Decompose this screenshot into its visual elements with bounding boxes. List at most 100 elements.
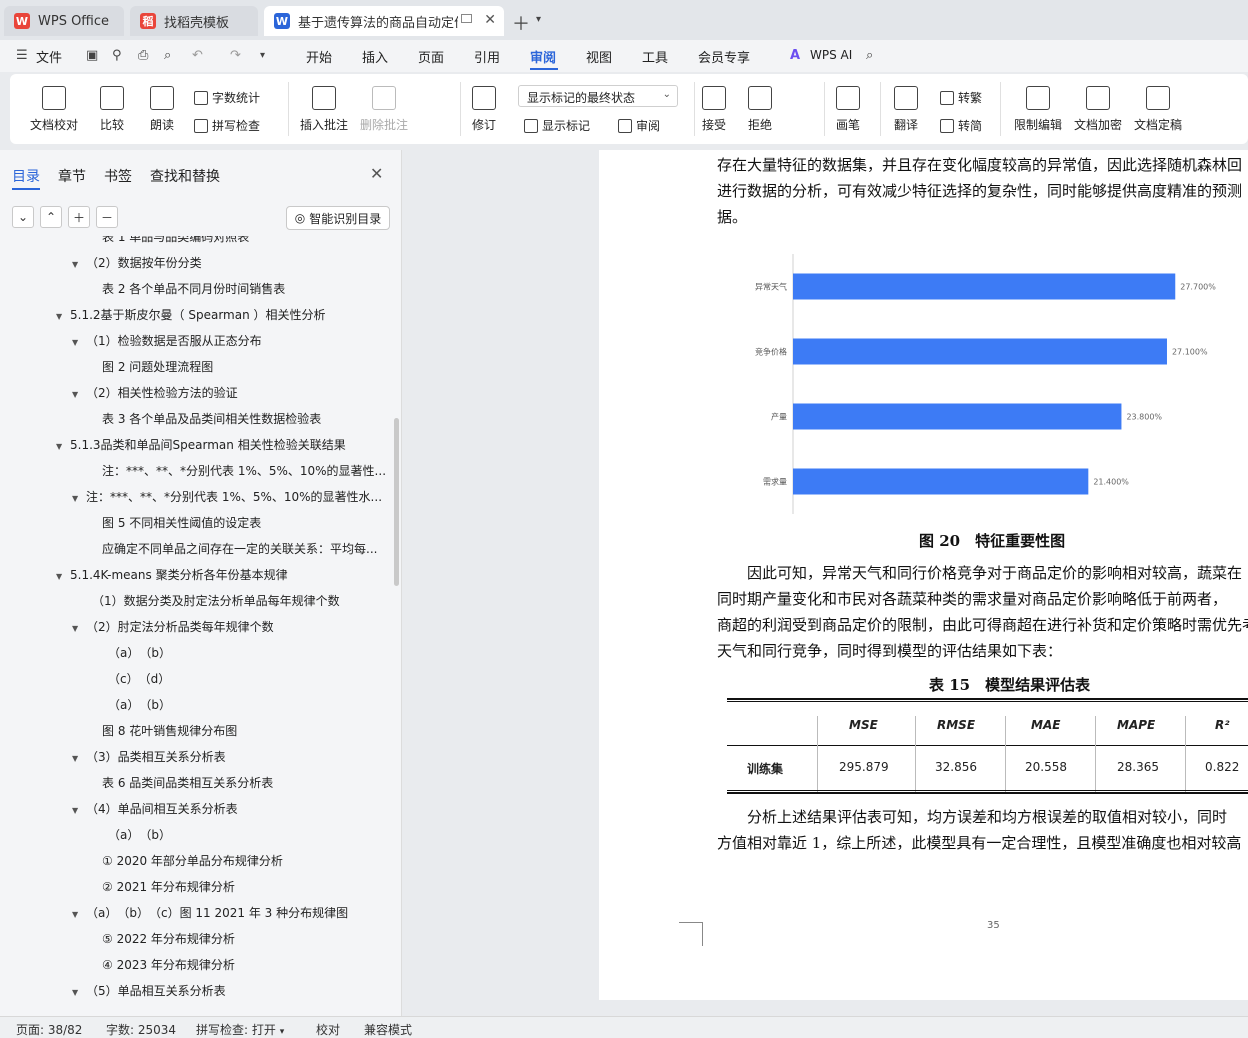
menu-reference[interactable]: 引用 <box>474 47 500 66</box>
toc-item[interactable]: （c） （d） <box>108 670 170 687</box>
translate-button[interactable]: 翻译 <box>894 86 918 133</box>
toc-item[interactable]: ▼ 5.1.3品类和单品间Spearman 相关性检验关联结果 <box>56 436 346 453</box>
markup-state-select[interactable]: 显示标记的最终状态 ⌄ <box>518 85 678 107</box>
nav-tab-find-replace[interactable]: 查找和替换 <box>150 166 220 186</box>
toc-item[interactable]: 图 5 不同相关性阈值的设定表 <box>102 514 261 531</box>
close-tab-icon[interactable]: ✕ <box>484 12 496 28</box>
toc-item[interactable]: ▼ （5）单品相互关系分析表 <box>72 982 226 999</box>
menu-page[interactable]: 页面 <box>418 47 444 66</box>
save-icon[interactable]: ▣ <box>86 48 98 63</box>
toc-item[interactable]: 表 1 单品与品类编码对照表 <box>102 236 249 245</box>
tab-template[interactable]: 稻 找稻壳模板 <box>130 6 258 36</box>
nav-tab-chapter[interactable]: 章节 <box>58 166 86 186</box>
new-tab-icon[interactable]: ＋ <box>512 10 530 36</box>
expand-triangle-icon[interactable]: ▼ <box>72 494 86 503</box>
toc-item[interactable]: （1）数据分类及肘定法分析单品每年规律个数 <box>92 592 340 609</box>
toc-item[interactable]: （a） （b） <box>108 696 171 713</box>
toc-item[interactable]: ▼ （a） （b） （c）图 11 2021 年 3 种分布规律图 <box>72 904 348 921</box>
print-preview-icon[interactable]: ⌕ <box>164 48 171 63</box>
toc-item[interactable]: ▼ 注：***、**、*分别代表 1%、5%、10%的显著性水... <box>72 488 382 505</box>
toc-item[interactable]: ▼ （4）单品间相互关系分析表 <box>72 800 238 817</box>
collapse-down-button[interactable]: ⌄ <box>12 206 34 228</box>
expand-triangle-icon[interactable]: ▼ <box>72 754 86 763</box>
review-pane-button[interactable]: 审阅 <box>618 117 660 134</box>
word-count-indicator[interactable]: 字数: 25034 <box>106 1021 176 1038</box>
expand-triangle-icon[interactable]: ▼ <box>56 572 70 581</box>
expand-triangle-icon[interactable]: ▼ <box>72 338 86 347</box>
revise-button[interactable]: 修订 <box>472 86 496 133</box>
expand-triangle-icon[interactable]: ▼ <box>72 624 86 633</box>
menu-tools[interactable]: 工具 <box>642 47 668 66</box>
menu-start[interactable]: 开始 <box>306 47 332 66</box>
toc-item[interactable]: 应确定不同单品之间存在一定的关联关系：平均每... <box>102 540 377 557</box>
spell-check-button[interactable]: 拼写检查 <box>194 117 260 134</box>
collapse-up-button[interactable]: ⌃ <box>40 206 62 228</box>
wps-ai-icon[interactable]: A <box>790 48 800 63</box>
menu-insert[interactable]: 插入 <box>362 47 388 66</box>
show-markup-button[interactable]: 显示标记 <box>524 117 590 134</box>
toc-item[interactable]: 表 3 各个单品及品类间相关性数据检验表 <box>102 410 321 427</box>
menu-file[interactable]: 文件 <box>36 47 62 66</box>
menu-view[interactable]: 视图 <box>586 47 612 66</box>
toc-item[interactable]: ⑤ 2022 年分布规律分析 <box>102 930 235 947</box>
proofread-button[interactable]: 文档校对 <box>30 86 78 133</box>
finalize-button[interactable]: 文档定稿 <box>1134 86 1182 133</box>
toc-item[interactable]: ② 2021 年分布规律分析 <box>102 878 235 895</box>
word-count-button[interactable]: 字数统计 <box>194 89 260 106</box>
add-heading-button[interactable]: ＋ <box>68 206 90 228</box>
toc-item[interactable]: （a） （b） <box>108 826 171 843</box>
delete-comment-button[interactable]: 删除批注 <box>360 86 408 133</box>
to-traditional-button[interactable]: 转繁 <box>940 89 982 106</box>
toc-item[interactable]: 注：***、**、*分别代表 1%、5%、10%的显著性... <box>102 462 386 479</box>
toc-item[interactable]: 图 2 问题处理流程图 <box>102 358 213 375</box>
encrypt-button[interactable]: 文档加密 <box>1074 86 1122 133</box>
hamburger-icon[interactable]: ☰ <box>16 48 28 63</box>
menu-review[interactable]: 审阅 <box>530 47 556 66</box>
window-icon[interactable] <box>461 14 472 23</box>
toc-item[interactable]: ▼ （1）检验数据是否服从正态分布 <box>72 332 262 349</box>
chevron-down-icon[interactable]: ▾ <box>260 50 265 61</box>
toc-item[interactable]: ▼ （2）数据按年份分类 <box>72 254 202 271</box>
expand-triangle-icon[interactable]: ▼ <box>72 806 86 815</box>
format-painter-icon[interactable]: ⚲ <box>112 48 122 63</box>
expand-triangle-icon[interactable]: ▼ <box>72 390 86 399</box>
menu-wps-ai[interactable]: WPS AI <box>810 48 852 62</box>
spell-check-status[interactable]: 拼写检查: 打开 ▾ <box>196 1021 284 1038</box>
toc-item[interactable]: （a） （b） <box>108 644 171 661</box>
toc-item[interactable]: ① 2020 年部分单品分布规律分析 <box>102 852 283 869</box>
nav-scrollbar[interactable] <box>394 418 399 586</box>
accept-button[interactable]: 接受 <box>702 86 726 133</box>
toc-item[interactable]: ▼ 5.1.4K-means 聚类分析各年份基本规律 <box>56 566 288 583</box>
expand-triangle-icon[interactable]: ▼ <box>72 260 86 269</box>
toc-item[interactable]: 表 2 各个单品不同月份时间销售表 <box>102 280 285 297</box>
proof-status[interactable]: 校对 <box>316 1021 340 1038</box>
toc-item[interactable]: ▼ （2）相关性检验方法的验证 <box>72 384 238 401</box>
tab-document[interactable]: W 基于遗传算法的商品自动定价与 ✕ <box>264 6 504 36</box>
search-icon[interactable]: ⌕ <box>866 48 873 63</box>
expand-triangle-icon[interactable]: ▼ <box>72 910 86 919</box>
close-icon[interactable]: ✕ <box>370 164 383 183</box>
toc-item[interactable]: 表 6 品类间品类相互关系分析表 <box>102 774 273 791</box>
toc-item[interactable]: ▼ （3）品类相互关系分析表 <box>72 748 226 765</box>
chevron-down-icon[interactable]: ▾ <box>536 14 541 25</box>
nav-tab-toc[interactable]: 目录 <box>12 166 40 186</box>
page-indicator[interactable]: 页面: 38/82 <box>16 1021 82 1038</box>
compare-button[interactable]: 比较 <box>100 86 124 133</box>
expand-triangle-icon[interactable]: ▼ <box>56 442 70 451</box>
reject-button[interactable]: 拒绝 <box>748 86 772 133</box>
to-simplified-button[interactable]: 转简 <box>940 117 982 134</box>
toc-item[interactable]: ▼ 5.1.2基于斯皮尔曼（ Spearman ）相关性分析 <box>56 306 326 323</box>
insert-comment-button[interactable]: 插入批注 <box>300 86 348 133</box>
remove-heading-button[interactable]: － <box>96 206 118 228</box>
pen-button[interactable]: 画笔 <box>836 86 860 133</box>
undo-icon[interactable]: ↶ <box>192 48 203 63</box>
toc-item[interactable]: 图 8 花叶销售规律分布图 <box>102 722 237 739</box>
toc-item[interactable]: ④ 2023 年分布规律分析 <box>102 956 235 973</box>
restrict-edit-button[interactable]: 限制编辑 <box>1014 86 1062 133</box>
expand-triangle-icon[interactable]: ▼ <box>56 312 70 321</box>
expand-triangle-icon[interactable]: ▼ <box>72 988 86 997</box>
smart-toc-button[interactable]: ◎ 智能识别目录 <box>286 206 390 230</box>
tab-wps-office[interactable]: W WPS Office <box>4 6 124 36</box>
menu-member[interactable]: 会员专享 <box>698 47 750 66</box>
redo-icon[interactable]: ↷ <box>230 48 241 63</box>
